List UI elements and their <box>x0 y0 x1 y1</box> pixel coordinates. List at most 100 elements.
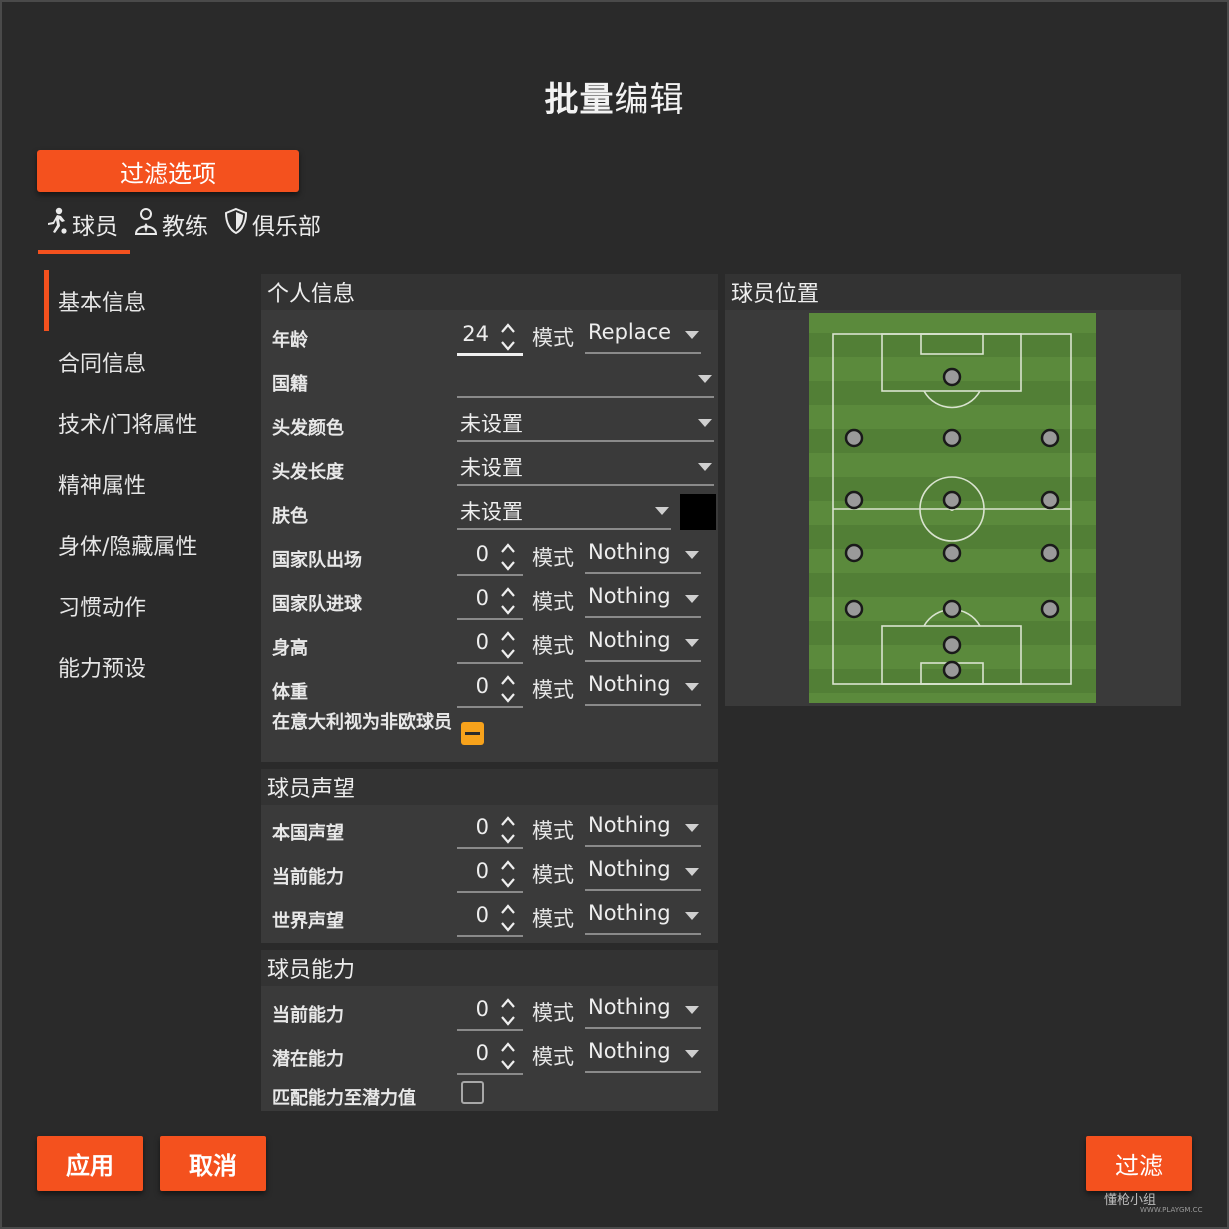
entity-type-tabs: 球员 教练 俱乐部 <box>40 204 325 254</box>
decrement-icon[interactable] <box>499 558 517 572</box>
personal-info-panel: 个人信息 年龄 24 模式 Replace 国籍 头发颜色 未设置 头发长度 未… <box>261 274 718 762</box>
tab-players[interactable]: 球员 <box>40 204 122 244</box>
apply-button[interactable]: 应用 <box>37 1136 143 1191</box>
increment-icon[interactable] <box>499 540 517 554</box>
sidebar-item-mental[interactable]: 精神属性 <box>44 453 244 514</box>
italy-non-eu-checkbox[interactable] <box>461 722 484 745</box>
position-marker[interactable] <box>844 599 864 619</box>
skin-color-swatch[interactable] <box>680 494 716 530</box>
increment-icon[interactable] <box>499 672 517 686</box>
increment-icon[interactable] <box>499 813 517 827</box>
tab-coaches[interactable]: 教练 <box>130 204 212 244</box>
position-marker[interactable] <box>844 428 864 448</box>
increment-icon[interactable] <box>499 901 517 915</box>
sidebar-item-traits[interactable]: 习惯动作 <box>44 575 244 636</box>
mode-dropdown[interactable]: Nothing <box>585 1033 701 1073</box>
chevron-down-icon <box>655 507 669 515</box>
increment-icon[interactable] <box>499 628 517 642</box>
field-label: 当前能力 <box>272 867 344 888</box>
home-reputation-stepper[interactable]: 0 <box>457 809 523 849</box>
filter-button[interactable]: 过滤 <box>1086 1136 1192 1191</box>
reputation-panel: 球员声望 本国声望 0 模式 Nothing 当前能力 0 模式 Nothing… <box>261 769 718 943</box>
decrement-icon[interactable] <box>499 1057 517 1071</box>
decrement-icon[interactable] <box>499 831 517 845</box>
age-stepper[interactable]: 24 <box>457 316 523 356</box>
field-label: 本国声望 <box>272 823 344 844</box>
mode-dropdown[interactable]: Nothing <box>585 851 701 891</box>
decrement-icon[interactable] <box>499 338 517 352</box>
position-marker[interactable] <box>1040 428 1060 448</box>
pitch-diagram[interactable] <box>809 313 1096 703</box>
cancel-button[interactable]: 取消 <box>160 1136 266 1191</box>
tab-clubs[interactable]: 俱乐部 <box>220 204 325 244</box>
mode-dropdown[interactable]: Nothing <box>585 578 701 618</box>
intl-goals-row: 国家队进球 0 模式 Nothing <box>261 578 718 622</box>
hair-length-dropdown[interactable]: 未设置 <box>457 446 714 486</box>
position-marker[interactable] <box>844 490 864 510</box>
position-marker[interactable] <box>942 367 962 387</box>
mode-label: 模式 <box>532 819 574 843</box>
caps-row: 国家队出场 0 模式 Nothing <box>261 534 718 578</box>
sidebar-item-physical[interactable]: 身体/隐藏属性 <box>44 514 244 575</box>
field-label: 国家队出场 <box>272 550 362 571</box>
field-label: 匹配能力至潜力值 <box>272 1088 416 1109</box>
position-marker[interactable] <box>844 543 864 563</box>
increment-icon[interactable] <box>499 995 517 1009</box>
position-marker[interactable] <box>942 599 962 619</box>
position-marker[interactable] <box>942 490 962 510</box>
current-reputation-row: 当前能力 0 模式 Nothing <box>261 851 718 895</box>
position-marker[interactable] <box>942 543 962 563</box>
mode-dropdown[interactable]: Nothing <box>585 666 701 706</box>
sidebar-item-basic-info[interactable]: 基本信息 <box>44 270 244 331</box>
mode-dropdown[interactable]: Nothing <box>585 622 701 662</box>
sidebar-item-contract[interactable]: 合同信息 <box>44 331 244 392</box>
weight-stepper[interactable]: 0 <box>457 668 523 708</box>
age-row: 年龄 24 模式 Replace <box>261 314 718 358</box>
increment-icon[interactable] <box>499 857 517 871</box>
skin-color-dropdown[interactable]: 未设置 <box>457 490 671 530</box>
mode-dropdown[interactable]: Replace <box>585 314 701 354</box>
world-reputation-stepper[interactable]: 0 <box>457 897 523 937</box>
position-marker[interactable] <box>942 635 962 655</box>
sidebar-item-technical[interactable]: 技术/门将属性 <box>44 392 244 453</box>
decrement-icon[interactable] <box>499 690 517 704</box>
mode-dropdown[interactable]: Nothing <box>585 989 701 1029</box>
chevron-down-icon <box>685 824 699 832</box>
mode-dropdown[interactable]: Nothing <box>585 534 701 574</box>
potential-ability-stepper[interactable]: 0 <box>457 1035 523 1075</box>
filter-options-button[interactable]: 过滤选项 <box>37 150 299 192</box>
panel-header: 个人信息 <box>261 274 718 310</box>
intl-goals-stepper[interactable]: 0 <box>457 580 523 620</box>
nationality-dropdown[interactable] <box>457 358 714 398</box>
mode-dropdown[interactable]: Nothing <box>585 807 701 847</box>
skin-color-row: 肤色 未设置 <box>261 490 718 534</box>
caps-stepper[interactable]: 0 <box>457 536 523 576</box>
current-ability-stepper[interactable]: 0 <box>457 991 523 1031</box>
nationality-row: 国籍 <box>261 358 718 402</box>
mode-label: 模式 <box>532 1001 574 1025</box>
increment-icon[interactable] <box>499 320 517 334</box>
mode-dropdown[interactable]: Nothing <box>585 895 701 935</box>
current-reputation-stepper[interactable]: 0 <box>457 853 523 893</box>
position-marker[interactable] <box>1040 543 1060 563</box>
dialog-title: 批量编辑 <box>544 80 685 120</box>
sidebar-item-ability-preset[interactable]: 能力预设 <box>44 636 244 697</box>
increment-icon[interactable] <box>499 584 517 598</box>
decrement-icon[interactable] <box>499 602 517 616</box>
position-marker[interactable] <box>1040 599 1060 619</box>
height-stepper[interactable]: 0 <box>457 624 523 664</box>
player-positions-panel: 球员位置 <box>725 274 1181 706</box>
decrement-icon[interactable] <box>499 919 517 933</box>
match-ability-checkbox[interactable] <box>461 1081 484 1104</box>
mode-label: 模式 <box>532 546 574 570</box>
field-label: 体重 <box>272 682 308 703</box>
decrement-icon[interactable] <box>499 646 517 660</box>
player-icon <box>44 207 68 241</box>
decrement-icon[interactable] <box>499 1013 517 1027</box>
position-marker[interactable] <box>942 660 962 680</box>
hair-color-dropdown[interactable]: 未设置 <box>457 402 714 442</box>
decrement-icon[interactable] <box>499 875 517 889</box>
increment-icon[interactable] <box>499 1039 517 1053</box>
position-marker[interactable] <box>1040 490 1060 510</box>
position-marker[interactable] <box>942 428 962 448</box>
